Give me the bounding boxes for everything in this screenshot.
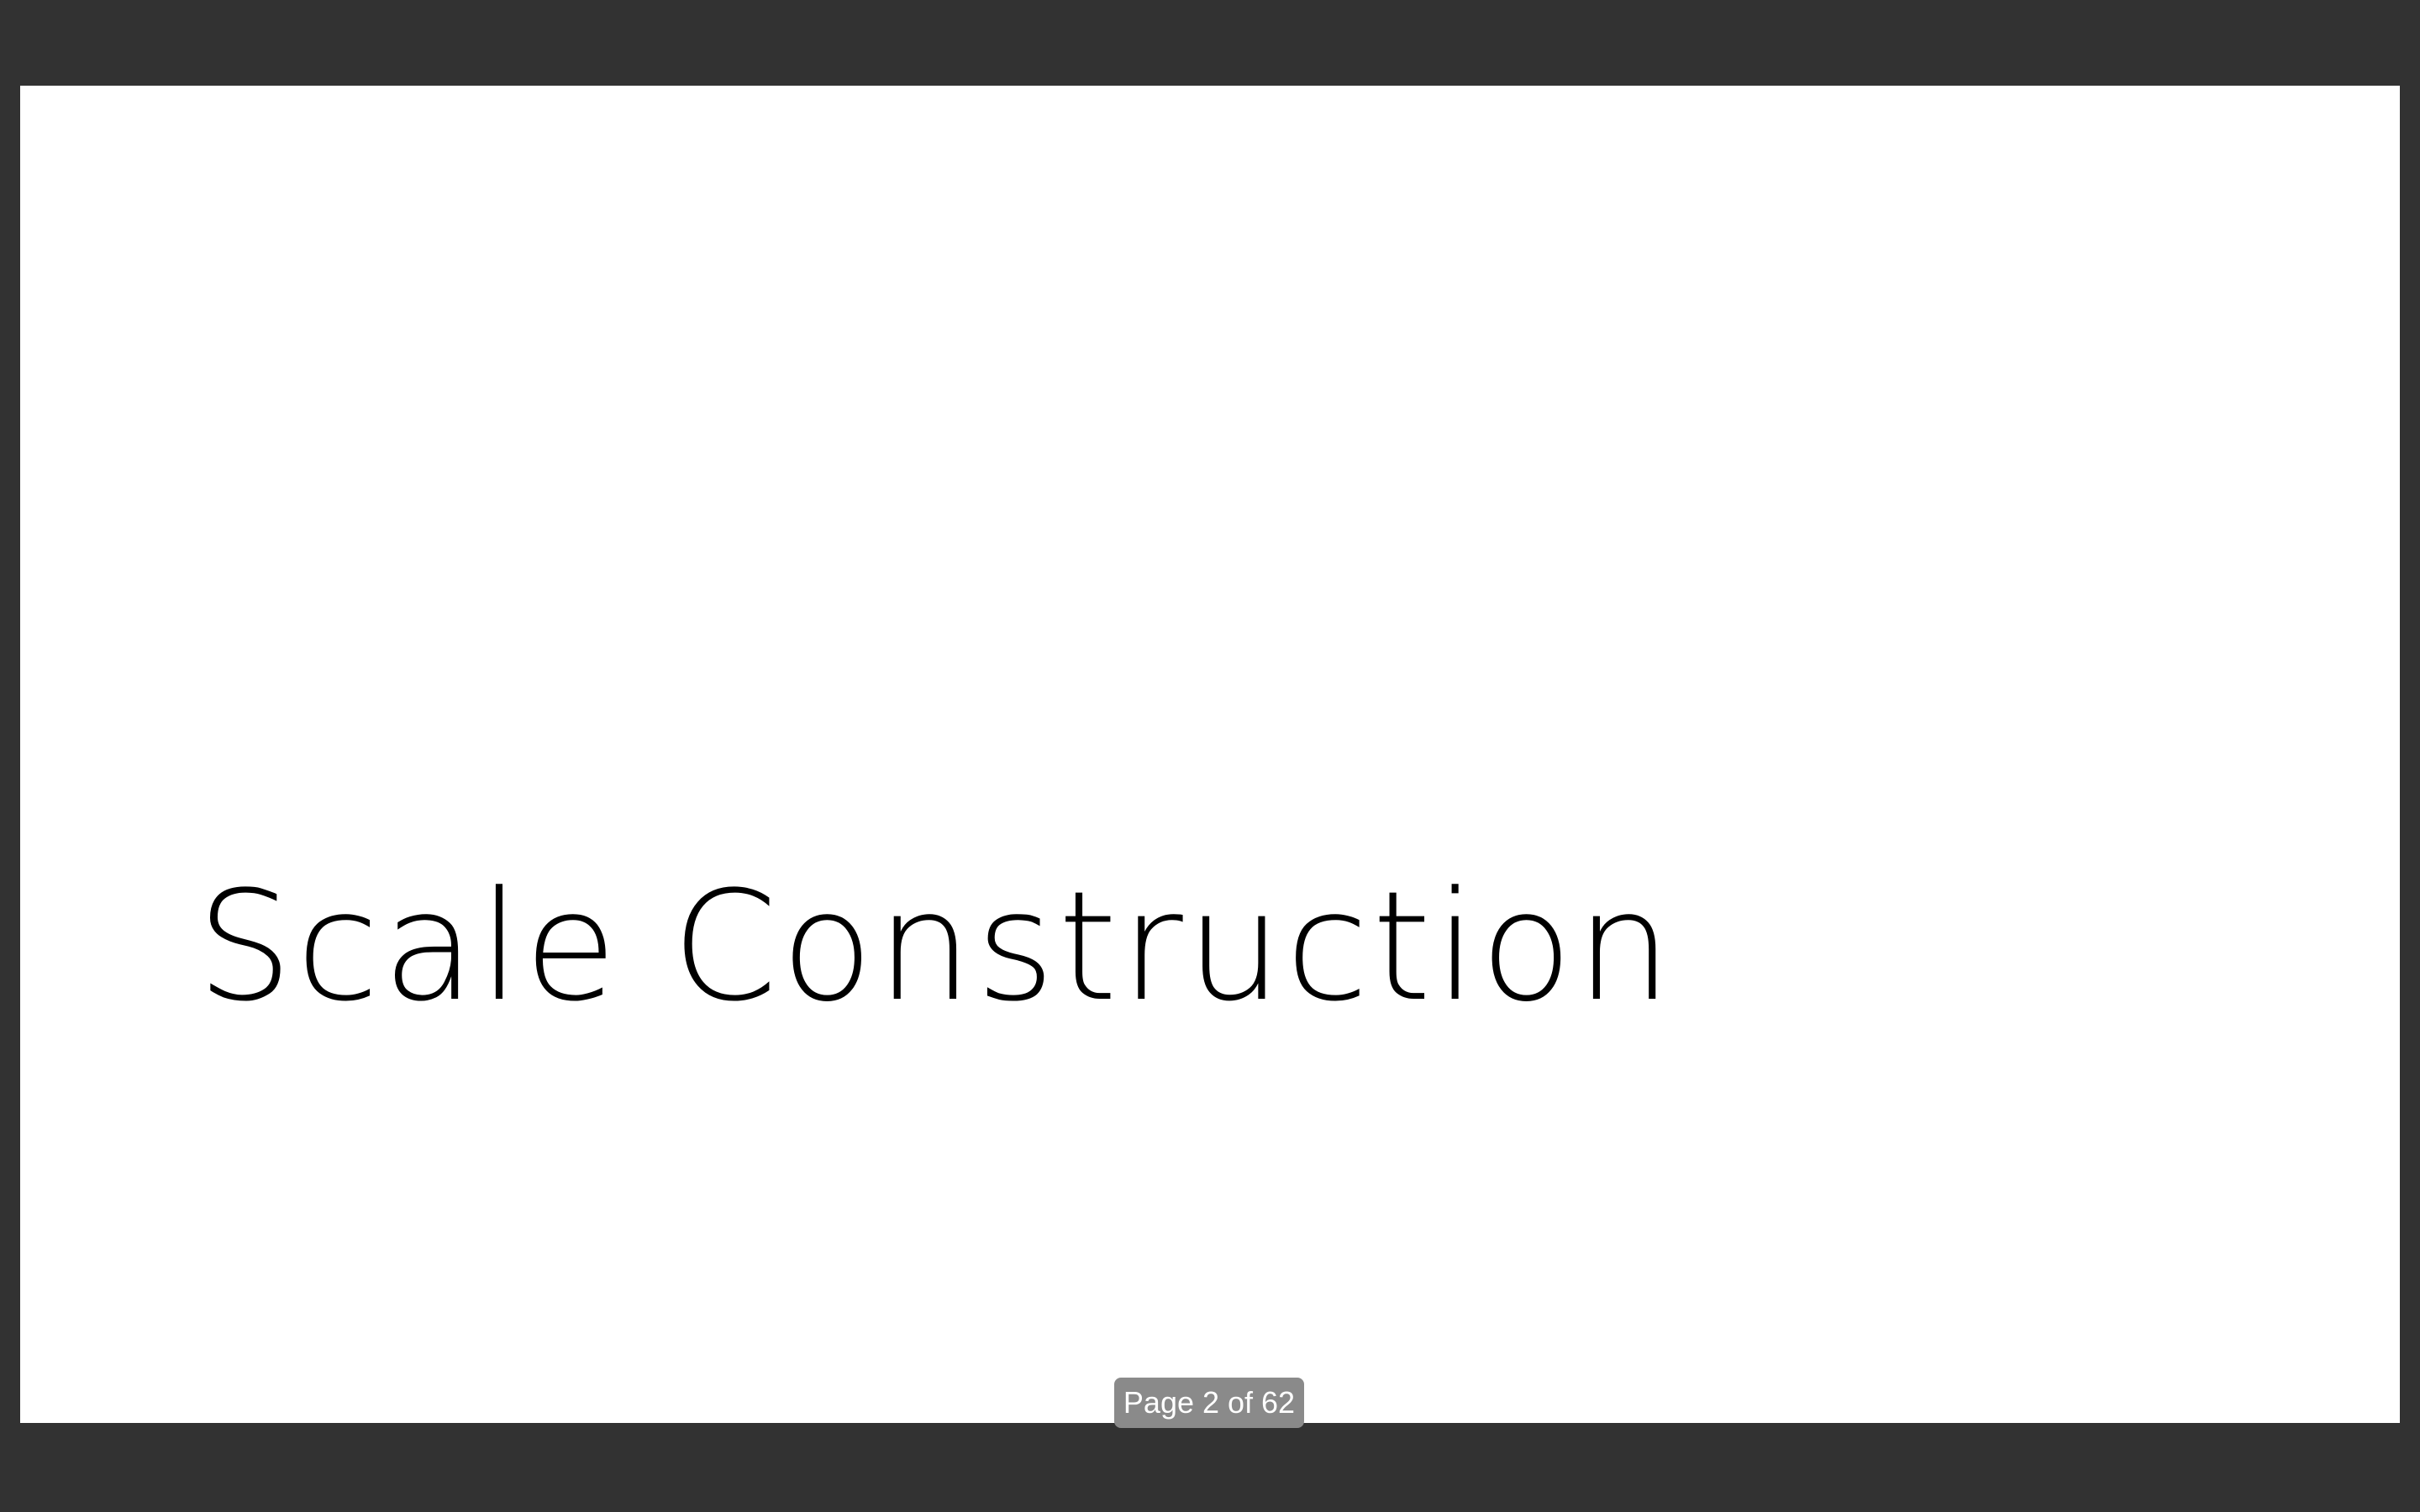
slide-title: Scale Construction (197, 859, 1676, 1035)
page-indicator: Page 2 of 62 (1114, 1378, 1304, 1428)
slide-page: Scale Construction (20, 86, 2400, 1423)
document-viewer: Scale Construction Page 2 of 62 (0, 0, 2420, 1512)
